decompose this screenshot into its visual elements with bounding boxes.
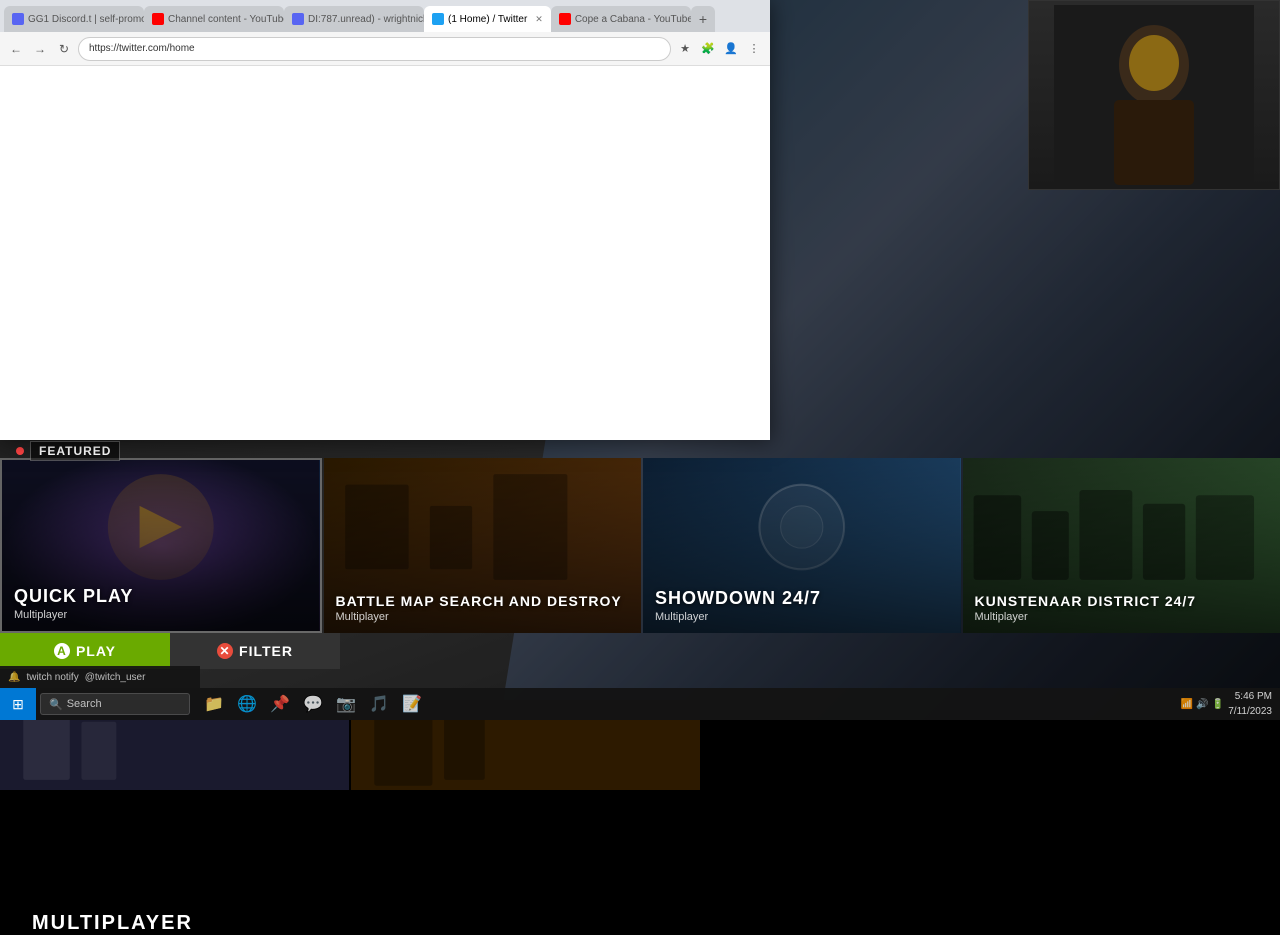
tab-bar: GG1 Discord.t | self-promot... ✕ Channel… [0, 0, 770, 32]
wifi-icon[interactable]: 📶 [1181, 699, 1193, 710]
menu-icon[interactable]: ⋮ [744, 39, 764, 59]
tab-label-1: GG1 Discord.t | self-promot... [28, 14, 144, 25]
tb-file-explorer[interactable]: 📁 [198, 688, 230, 720]
play-controller-icon: A [54, 643, 70, 659]
battery-icon[interactable]: 🔋 [1212, 699, 1224, 710]
game-card-0[interactable]: QUICK PLAY Multiplayer [0, 458, 322, 633]
card-overlay-0: QUICK PLAY Multiplayer [2, 460, 320, 631]
card-title-0: QUICK PLAY [14, 587, 308, 607]
filter-button[interactable]: ✕ FILTER [170, 633, 340, 669]
browser-tab-4[interactable]: (1 Home) / Twitter ✕ [424, 6, 551, 32]
game-cards: QUICK PLAY Multiplayer BATTLE MAP SEARCH… [0, 458, 1280, 633]
browser-tab-3[interactable]: DI:787.unread) - wrightnicho... ✕ [284, 6, 424, 32]
card-overlay-1: BATTLE MAP SEARCH AND DESTROY Multiplaye… [324, 458, 642, 633]
notification-icon: 🔔 [8, 672, 20, 683]
system-tray: 📶 🔊 🔋 [1181, 699, 1224, 710]
taskbar-search-icon: 🔍 [49, 698, 63, 711]
tb-music[interactable]: 🎵 [363, 688, 395, 720]
taskbar-search[interactable]: 🔍 Search [40, 693, 190, 715]
card-subtitle-1: Multiplayer [336, 611, 630, 623]
tb-photos[interactable]: 📷 [330, 688, 362, 720]
card-title-1: BATTLE MAP SEARCH AND DESTROY [336, 594, 630, 609]
tab-label-3: DI:787.unread) - wrightnicho... [308, 14, 424, 25]
multiplayer-label: MULTIPLAYER [32, 912, 193, 935]
browser-tab-5[interactable]: Cope a Cabana - YouTube ✕ [551, 6, 691, 32]
card-subtitle-0: Multiplayer [14, 609, 308, 621]
card-subtitle-2: Multiplayer [655, 611, 949, 623]
webcam-person [1029, 1, 1279, 189]
tb-notepad[interactable]: 📝 [396, 688, 428, 720]
browser-window: GG1 Discord.t | self-promot... ✕ Channel… [0, 0, 770, 440]
back-button[interactable]: ← [6, 39, 26, 59]
tab-favicon-2 [152, 13, 164, 25]
tab-favicon-3 [292, 13, 304, 25]
card-title-2: SHOWDOWN 24/7 [655, 589, 949, 609]
tab-favicon-4 [432, 13, 444, 25]
play-filter-bar: A PLAY ✕ FILTER [0, 633, 340, 669]
notification-area: 🔔 twitch notify @twitch_user [0, 666, 200, 688]
reload-button[interactable]: ↻ [54, 39, 74, 59]
tb-chat[interactable]: 💬 [297, 688, 329, 720]
taskbar-search-label: Search [67, 698, 102, 710]
system-clock[interactable]: 5:46 PM 7/11/2023 [1228, 689, 1272, 719]
game-card-3[interactable]: KUNSTENAAR DISTRICT 24/7 Multiplayer [963, 458, 1280, 633]
featured-label-text: FEATURED [30, 441, 120, 461]
card-title-3: KUNSTENAAR DISTRICT 24/7 [975, 594, 1269, 609]
tab-close-4[interactable]: ✕ [535, 14, 543, 25]
play-label: PLAY [76, 643, 116, 659]
notification-text: twitch notify [26, 672, 78, 683]
browser-tab-new[interactable]: + [691, 6, 715, 32]
taskbar-right: 📶 🔊 🔋 5:46 PM 7/11/2023 [1173, 689, 1280, 719]
filter-x-icon: ✕ [217, 643, 233, 659]
taskbar: ⊞ 🔍 Search 📁 🌐 📌 💬 📷 🎵 📝 📶 🔊 🔋 5:46 PM 7… [0, 688, 1280, 720]
forward-button[interactable]: → [30, 39, 50, 59]
volume-icon[interactable]: 🔊 [1196, 699, 1208, 710]
tab-label-5: Cope a Cabana - YouTube [575, 14, 691, 25]
start-button[interactable]: ⊞ [0, 688, 36, 720]
tab-label-4: (1 Home) / Twitter [448, 14, 527, 25]
url-bar[interactable]: https://twitter.com/home [78, 37, 671, 61]
tb-edge[interactable]: 🌐 [231, 688, 263, 720]
taskbar-icons: 📁 🌐 📌 💬 📷 🎵 📝 [194, 688, 432, 720]
notification-user: @twitch_user [85, 672, 146, 683]
webcam-svg [1054, 5, 1254, 185]
tab-favicon-1 [12, 13, 24, 25]
card-subtitle-3: Multiplayer [975, 611, 1269, 623]
webcam-overlay [1028, 0, 1280, 190]
browser-tab-1[interactable]: GG1 Discord.t | self-promot... ✕ [4, 6, 144, 32]
profile-icon[interactable]: 👤 [721, 39, 741, 59]
featured-dot [16, 447, 24, 455]
filter-label: FILTER [239, 643, 293, 659]
clock-date: 7/11/2023 [1228, 704, 1272, 719]
game-card-1[interactable]: BATTLE MAP SEARCH AND DESTROY Multiplaye… [324, 458, 642, 633]
url-text: https://twitter.com/home [89, 43, 195, 54]
card-overlay-2: SHOWDOWN 24/7 Multiplayer [643, 458, 961, 633]
browser-tab-2[interactable]: Channel content - YouTube Stu... ✕ [144, 6, 284, 32]
tab-label-2: Channel content - YouTube Stu... [168, 14, 284, 25]
tab-favicon-5 [559, 13, 571, 25]
card-overlay-3: KUNSTENAAR DISTRICT 24/7 Multiplayer [963, 458, 1280, 633]
tb-pin[interactable]: 📌 [264, 688, 296, 720]
game-card-2[interactable]: SHOWDOWN 24/7 Multiplayer [643, 458, 961, 633]
bookmark-icon[interactable]: ★ [675, 39, 695, 59]
browser-toolbar: ← → ↻ https://twitter.com/home ★ 🧩 👤 ⋮ [0, 32, 770, 66]
toolbar-icons: ★ 🧩 👤 ⋮ [675, 39, 764, 59]
play-button[interactable]: A PLAY [0, 633, 170, 669]
clock-time: 5:46 PM [1228, 689, 1272, 704]
extensions-icon[interactable]: 🧩 [698, 39, 718, 59]
